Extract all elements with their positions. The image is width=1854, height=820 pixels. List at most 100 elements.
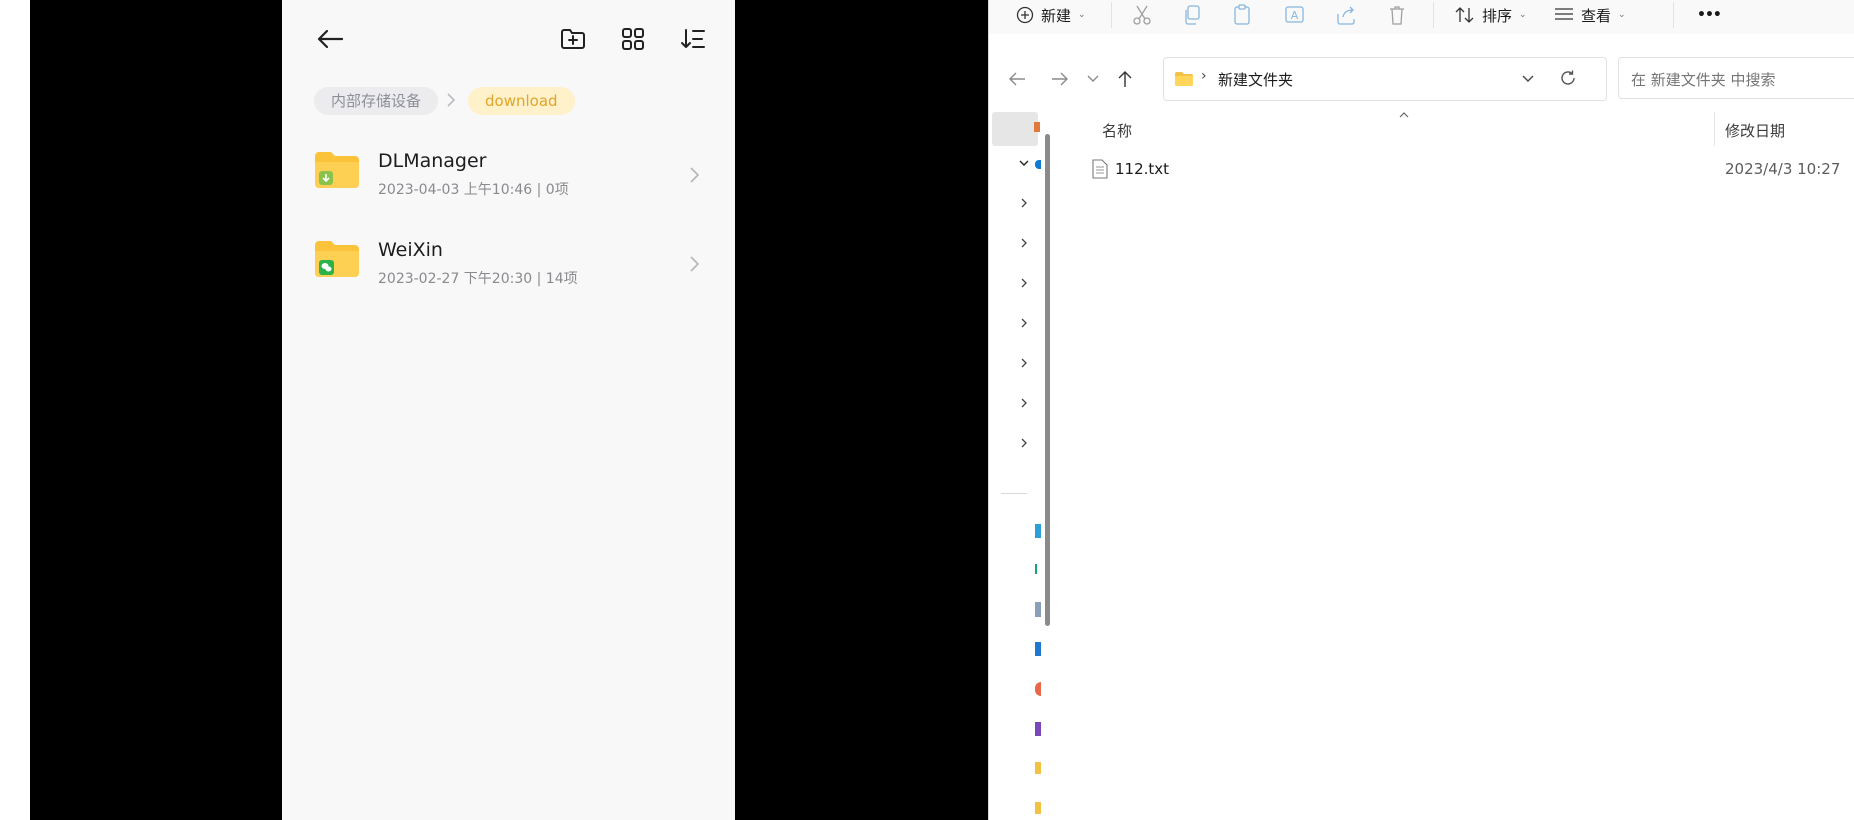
arrow-left-icon xyxy=(1009,72,1025,86)
view-label: 查看 xyxy=(1581,6,1612,25)
folder-date: 2023-04-03 上午10:46 xyxy=(378,182,533,198)
column-divider xyxy=(1714,112,1715,146)
new-button[interactable]: 新建 ⌄ xyxy=(1016,4,1086,26)
up-button[interactable] xyxy=(1113,67,1137,91)
svg-text:A: A xyxy=(1291,9,1299,22)
chevron-down-icon: ⌄ xyxy=(1519,10,1527,20)
paste-icon[interactable] xyxy=(1232,4,1252,26)
black-gap-middle xyxy=(735,0,988,820)
tree-expand-chevron[interactable] xyxy=(1017,156,1031,170)
folder-icon xyxy=(1035,762,1041,774)
view-list-icon xyxy=(1555,8,1573,20)
videos-icon xyxy=(1035,722,1041,736)
view-button[interactable]: 查看 ⌄ xyxy=(1554,4,1626,26)
chevron-down-icon: ⌄ xyxy=(1078,10,1086,20)
folder-meta: 2023-02-27 下午20:30 | 14项 xyxy=(378,268,578,288)
column-header-modified[interactable]: 修改日期 xyxy=(1725,120,1785,141)
chevron-right-icon xyxy=(1021,438,1027,448)
chevron-right-icon xyxy=(1021,278,1027,288)
documents-icon xyxy=(1035,602,1041,617)
back-arrow-icon[interactable] xyxy=(312,20,348,58)
sort-button[interactable]: 排序 ⌄ xyxy=(1455,4,1527,26)
folder-meta: 2023-04-03 上午10:46 | 0项 xyxy=(378,179,569,199)
toolbar-divider xyxy=(1673,2,1674,28)
address-bar[interactable]: › 新建文件夹 xyxy=(1163,57,1607,101)
sort-up-caret-icon xyxy=(1399,112,1409,118)
nav-divider xyxy=(1001,493,1027,494)
list-item-folder-weixin[interactable]: WeiXin 2023-02-27 下午20:30 | 14项 xyxy=(282,225,735,311)
file-modified-date: 2023/4/3 10:27 xyxy=(1725,160,1841,178)
column-header-name[interactable]: 名称 xyxy=(1102,120,1132,141)
file-explorer-window: 新建 ⌄ A 排序 ⌄ 查看 ⌄ ••• › 新建文件夹 在 新建文件夹 中搜索… xyxy=(988,0,1854,820)
desktop-icon xyxy=(1035,524,1041,538)
arrow-right-icon xyxy=(1052,72,1068,86)
tree-collapse-chevron[interactable] xyxy=(1017,436,1031,450)
new-folder-icon[interactable] xyxy=(555,20,591,58)
back-button[interactable] xyxy=(1005,67,1029,91)
music-icon xyxy=(1035,682,1041,696)
nav-scrollbar[interactable] xyxy=(1045,134,1050,626)
folder-item-count: 14项 xyxy=(545,271,578,287)
search-box[interactable] xyxy=(1618,57,1854,99)
home-icon xyxy=(1034,122,1040,132)
chevron-down-icon xyxy=(1019,160,1029,166)
folder-wechat-icon xyxy=(315,241,359,277)
recent-locations-button[interactable] xyxy=(1081,67,1105,91)
chevron-right-icon xyxy=(1021,238,1027,248)
text-file-icon xyxy=(1092,159,1108,179)
breadcrumb-download[interactable]: download xyxy=(468,87,575,115)
command-bar: 新建 ⌄ A 排序 ⌄ 查看 ⌄ ••• xyxy=(989,0,1854,34)
search-input[interactable] xyxy=(1629,70,1853,90)
folder-download-icon xyxy=(315,152,359,188)
more-options-button[interactable]: ••• xyxy=(1697,4,1722,26)
sort-label: 排序 xyxy=(1482,6,1513,25)
share-icon[interactable] xyxy=(1335,4,1357,26)
tree-collapse-chevron[interactable] xyxy=(1017,316,1031,330)
chevron-down-icon xyxy=(1087,75,1099,82)
path-separator-icon: › xyxy=(1201,68,1207,84)
breadcrumb-separator-icon xyxy=(447,93,456,107)
chevron-right-icon xyxy=(1021,398,1027,408)
chevron-down-icon: ⌄ xyxy=(1618,10,1626,20)
grid-view-icon[interactable] xyxy=(615,20,651,58)
arrow-up-icon xyxy=(1118,71,1132,87)
folder-item-count: 0项 xyxy=(545,182,569,198)
meta-divider: | xyxy=(532,182,546,198)
copy-icon[interactable] xyxy=(1182,4,1202,26)
new-label: 新建 xyxy=(1041,6,1072,25)
tree-collapse-chevron[interactable] xyxy=(1017,356,1031,370)
file-name: 112.txt xyxy=(1115,160,1170,178)
breadcrumb-internal-storage[interactable]: 内部存储设备 xyxy=(314,87,439,115)
navigation-pane xyxy=(989,112,1050,820)
black-gap-left xyxy=(30,0,282,820)
folder-name: DLManager xyxy=(378,150,487,172)
tree-collapse-chevron[interactable] xyxy=(1017,396,1031,410)
delete-icon[interactable] xyxy=(1387,4,1407,26)
toolbar-divider xyxy=(1111,2,1112,28)
toolbar-divider xyxy=(1433,2,1434,28)
plus-circle-icon xyxy=(1016,6,1034,24)
address-path[interactable]: 新建文件夹 xyxy=(1218,69,1293,90)
chevron-right-icon xyxy=(690,256,700,272)
forward-button[interactable] xyxy=(1048,67,1072,91)
folder-icon xyxy=(1175,72,1193,86)
sort-arrows-icon xyxy=(1455,7,1474,23)
chevron-right-icon xyxy=(1021,318,1027,328)
tree-collapse-chevron[interactable] xyxy=(1017,236,1031,250)
tree-collapse-chevron[interactable] xyxy=(1017,196,1031,210)
cut-icon[interactable] xyxy=(1132,4,1152,26)
rename-icon[interactable]: A xyxy=(1284,4,1306,26)
pictures-icon xyxy=(1035,642,1041,656)
meta-divider: | xyxy=(532,271,546,287)
folder-date: 2023-02-27 下午20:30 xyxy=(378,271,533,287)
chevron-right-icon xyxy=(1021,198,1027,208)
refresh-icon[interactable] xyxy=(1559,69,1577,87)
file-row[interactable]: 112.txt 2023/4/3 10:27 xyxy=(1089,156,1854,186)
list-item-folder-dlmanager[interactable]: DLManager 2023-04-03 上午10:46 | 0项 xyxy=(282,136,735,222)
chevron-right-icon xyxy=(690,167,700,183)
tree-collapse-chevron[interactable] xyxy=(1017,276,1031,290)
address-dropdown-icon[interactable] xyxy=(1521,74,1535,84)
sort-icon[interactable] xyxy=(675,20,711,58)
nav-selected-item[interactable] xyxy=(992,112,1038,146)
cloud-icon xyxy=(1035,160,1041,169)
